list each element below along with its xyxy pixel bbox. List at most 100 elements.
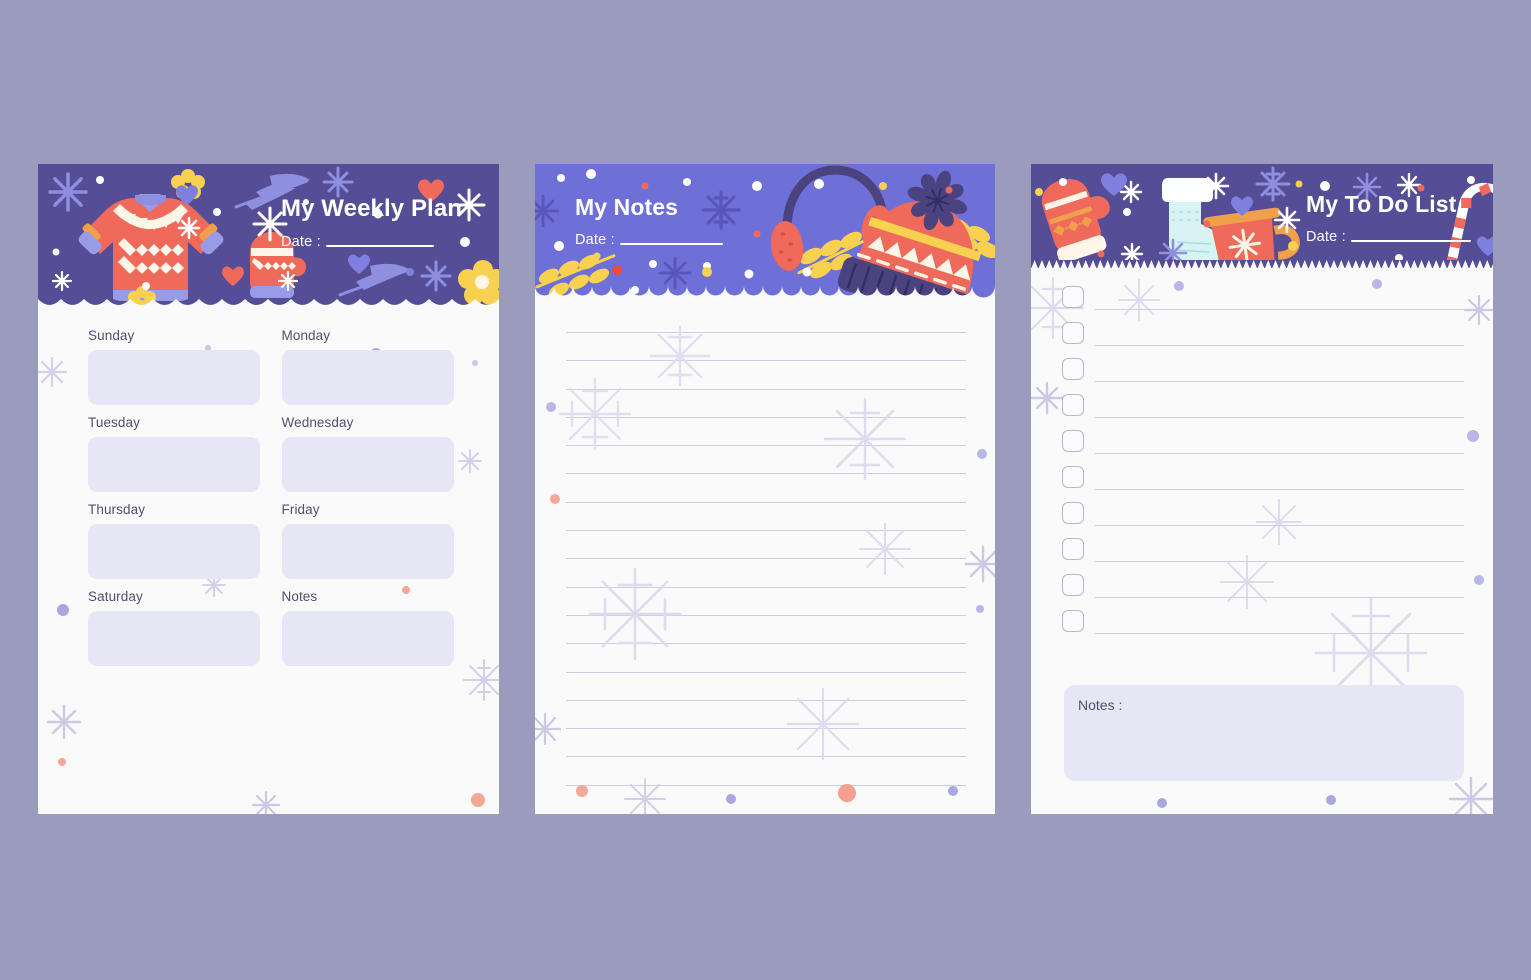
todo-write-line[interactable] <box>1095 489 1464 490</box>
date-field[interactable]: Date : <box>1306 229 1471 245</box>
todo-title-block: My To Do List Date : <box>1306 193 1471 245</box>
todo-card: My To Do List Date : Notes : <box>1031 164 1493 814</box>
checkbox[interactable] <box>1062 610 1084 632</box>
todo-write-line[interactable] <box>1095 417 1464 418</box>
checkbox[interactable] <box>1062 430 1084 452</box>
day-cell-thursday: Thursday <box>88 502 260 579</box>
day-cell-sunday: Sunday <box>88 328 260 405</box>
todo-item-row[interactable] <box>1062 388 1464 424</box>
todo-item-row[interactable] <box>1062 352 1464 388</box>
todo-item-row[interactable] <box>1062 280 1464 316</box>
checkbox[interactable] <box>1062 574 1084 596</box>
snowflake-icon <box>251 790 281 814</box>
page-title: My To Do List <box>1306 191 1457 217</box>
day-cell-saturday: Saturday <box>88 589 260 666</box>
day-cell-friday: Friday <box>281 502 454 579</box>
snowflake-icon <box>1255 166 1291 202</box>
heart-icon <box>1477 236 1493 256</box>
todo-header: My To Do List Date : <box>1031 164 1493 268</box>
checkbox[interactable] <box>1062 394 1084 416</box>
todo-item-row[interactable] <box>1062 532 1464 568</box>
checkbox[interactable] <box>1062 538 1084 560</box>
date-label: Date : <box>281 234 321 250</box>
snowflake-icon <box>1202 172 1230 200</box>
heart-icon <box>222 266 244 286</box>
snowflake-icon <box>649 325 711 387</box>
todo-write-line[interactable] <box>1095 597 1464 598</box>
day-label: Sunday <box>88 328 135 343</box>
date-field[interactable]: Date : <box>281 234 462 250</box>
snowflake-icon <box>1448 776 1493 814</box>
day-label: Thursday <box>88 502 146 517</box>
notes-label: Notes : <box>1078 697 1123 713</box>
todo-item-row[interactable] <box>1062 424 1464 460</box>
day-input-box[interactable] <box>88 611 260 666</box>
weekly-day-grid: Sunday Monday Tuesday Wednesday Thursday… <box>88 328 460 666</box>
date-input-rule[interactable] <box>1350 240 1471 242</box>
dot-decor <box>546 402 987 804</box>
snowflake-icon <box>51 270 73 292</box>
notes-body-decor <box>535 325 995 814</box>
snowflake-icon <box>1463 294 1493 326</box>
checkbox[interactable] <box>1062 466 1084 488</box>
date-field[interactable]: Date : <box>575 232 723 248</box>
checkbox[interactable] <box>1062 322 1084 344</box>
day-label: Monday <box>281 328 331 343</box>
snowflake-icon <box>535 712 562 746</box>
todo-write-line[interactable] <box>1095 381 1464 382</box>
snowflake-icon <box>277 270 299 292</box>
snowflake-icon <box>322 166 354 198</box>
scallop-edge <box>535 286 995 299</box>
sweater-icon <box>78 194 224 301</box>
checkbox[interactable] <box>1062 502 1084 524</box>
todo-write-line[interactable] <box>1095 345 1464 346</box>
todo-checkbox-list <box>1062 280 1464 640</box>
todo-item-row[interactable] <box>1062 568 1464 604</box>
snowflake-icon <box>463 659 499 701</box>
notes-card: My Notes Date : <box>535 164 995 814</box>
snowflake-icon <box>458 449 482 473</box>
notes-title-block: My Notes Date : <box>575 196 723 248</box>
snowflake-icon <box>48 172 88 212</box>
checkbox[interactable] <box>1062 358 1084 380</box>
snowflake-icon <box>786 687 860 761</box>
todo-write-line[interactable] <box>1095 633 1464 634</box>
snowflake-icon <box>535 194 560 228</box>
weekly-plan-header: My Weekly Plan Date : <box>38 164 499 310</box>
day-input-box[interactable] <box>88 350 260 405</box>
snowflake-icon <box>1273 206 1301 234</box>
dot-decor <box>406 268 414 276</box>
day-input-box[interactable] <box>281 524 454 579</box>
snowflake-icon <box>588 567 682 661</box>
todo-item-row[interactable] <box>1062 604 1464 640</box>
day-input-box[interactable] <box>88 524 260 579</box>
day-input-box[interactable] <box>281 437 454 492</box>
day-input-box[interactable] <box>281 611 454 666</box>
day-label: Friday <box>281 502 320 517</box>
todo-write-line[interactable] <box>1095 309 1464 310</box>
heart-icon <box>348 254 370 274</box>
snowflake-icon <box>624 778 666 814</box>
weekly-plan-card: My Weekly Plan Date : Sunday Monday Tues… <box>38 164 499 814</box>
leaf-branch-icon <box>338 263 411 297</box>
date-input-rule[interactable] <box>619 243 723 245</box>
todo-write-line[interactable] <box>1095 525 1464 526</box>
snowflake-icon <box>46 704 82 740</box>
todo-item-row[interactable] <box>1062 496 1464 532</box>
todo-notes-box[interactable]: Notes : <box>1064 685 1464 781</box>
snowflake-icon <box>859 523 911 575</box>
checkbox[interactable] <box>1062 286 1084 308</box>
page-title: My Weekly Plan <box>281 195 463 222</box>
day-input-box[interactable] <box>281 350 454 405</box>
day-cell-wednesday: Wednesday <box>281 415 454 492</box>
day-input-box[interactable] <box>88 437 260 492</box>
day-cell-notes: Notes <box>281 589 454 666</box>
todo-item-row[interactable] <box>1062 460 1464 496</box>
zigzag-edge <box>1031 260 1493 268</box>
todo-item-row[interactable] <box>1062 316 1464 352</box>
date-input-rule[interactable] <box>325 245 434 247</box>
day-label: Wednesday <box>281 415 354 430</box>
snowflake-icon <box>558 377 632 451</box>
todo-write-line[interactable] <box>1095 561 1464 562</box>
todo-write-line[interactable] <box>1095 453 1464 454</box>
